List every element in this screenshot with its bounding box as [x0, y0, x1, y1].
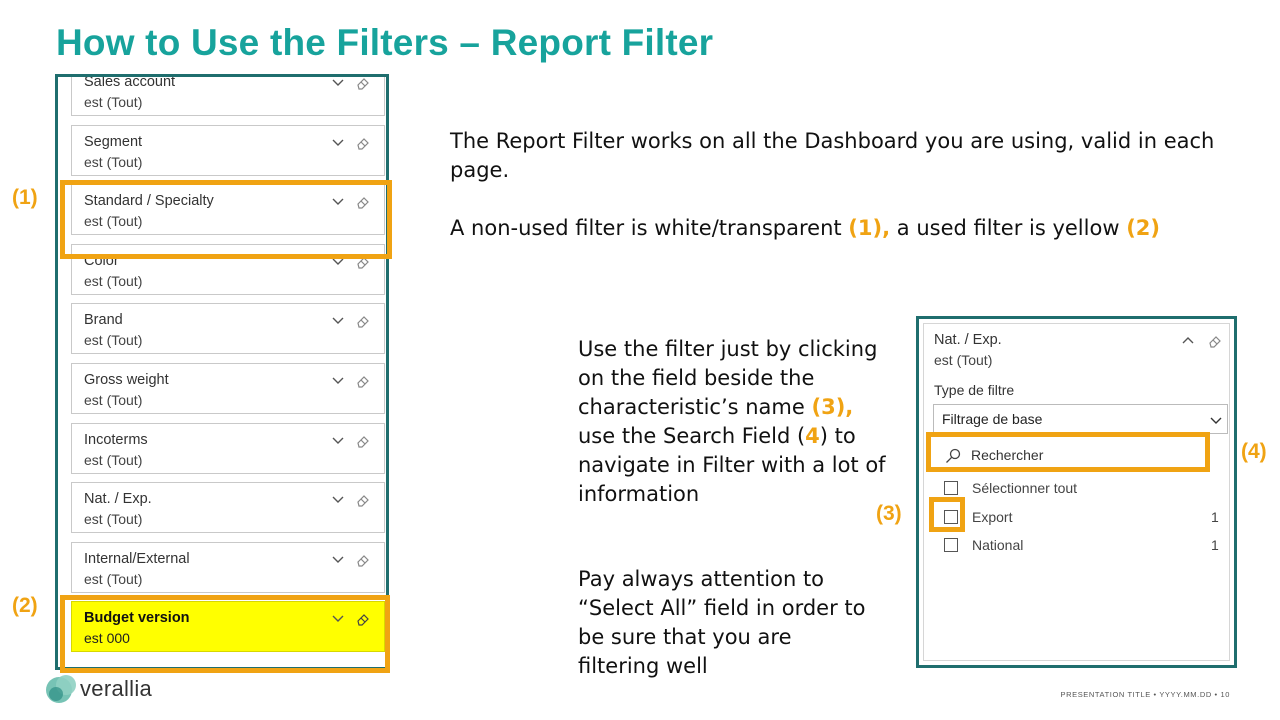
slide-footer: PRESENTATION TITLE • YYYY.MM.DD • 10: [1060, 690, 1230, 699]
select-all-checkbox[interactable]: [944, 481, 958, 495]
paragraph-filter-colors: A non-used filter is white/transparent (…: [450, 214, 1240, 243]
chevron-down-icon[interactable]: [332, 315, 344, 325]
marker-ref-1: (1),: [848, 216, 891, 240]
filter-name: Incoterms: [84, 431, 148, 448]
chevron-down-icon[interactable]: [332, 554, 344, 564]
option-count-export: 1: [1211, 509, 1219, 525]
filter-card[interactable]: Incoterms est (Tout): [71, 422, 385, 474]
filter-type-label: Type de filtre: [934, 382, 1015, 398]
eraser-icon[interactable]: [356, 553, 370, 567]
chevron-down-icon[interactable]: [332, 375, 344, 385]
chevron-down-icon[interactable]: [332, 494, 344, 504]
eraser-icon[interactable]: [1208, 334, 1222, 348]
filter-value: est (Tout): [84, 570, 143, 587]
filter-name: Sales account: [84, 74, 176, 90]
paragraph-text: use the Search Field: [578, 424, 797, 448]
filter-name: Nat. / Exp.: [84, 491, 152, 508]
filter-name: Nat. / Exp.: [934, 332, 1002, 348]
filter-value: est (Tout): [84, 153, 143, 170]
logo-text: verallia: [80, 676, 153, 701]
filter-name: Brand: [84, 312, 123, 329]
paragraph-usage: Use the filter just by clicking on the f…: [578, 335, 896, 509]
filter-card[interactable]: Brand est (Tout): [71, 303, 385, 355]
filter-card[interactable]: Segment est (Tout): [71, 124, 385, 176]
eraser-icon[interactable]: [356, 493, 370, 507]
filter-value: est (Tout): [84, 332, 143, 349]
checkbox-highlight: [929, 497, 965, 532]
marker-3: (3): [876, 502, 902, 525]
filter-card[interactable]: Gross weight est (Tout): [71, 363, 385, 414]
paragraph-text: a used filter is yellow: [890, 216, 1127, 240]
marker-ref-4: 4: [805, 424, 820, 448]
marker-ref-2: (2): [1126, 216, 1160, 240]
filter-value: est (Tout): [84, 272, 143, 289]
chevron-down-icon[interactable]: [332, 435, 344, 445]
paragraph-report-filter: The Report Filter works on all the Dashb…: [450, 129, 1215, 182]
filter-card[interactable]: Sales account est (Tout): [71, 74, 385, 116]
option-checkbox-national[interactable]: [944, 538, 958, 552]
unused-filter-highlight: [60, 180, 392, 259]
select-all-label: Sélectionner tout: [972, 480, 1078, 496]
option-count-national: 1: [1211, 537, 1219, 553]
chevron-down-icon[interactable]: [332, 77, 344, 87]
option-label-export: Export: [972, 509, 1013, 525]
filter-type-value: Filtrage de base: [942, 411, 1043, 427]
paragraph-text: ): [819, 424, 828, 448]
marker-ref-3: (3),: [811, 395, 854, 419]
filter-value: est (Tout): [84, 392, 143, 408]
marker-1: (1): [12, 186, 38, 209]
chevron-down-icon: [1210, 417, 1222, 424]
used-filter-highlight: [60, 595, 390, 673]
chevron-up-icon[interactable]: [1182, 336, 1194, 346]
eraser-icon[interactable]: [356, 136, 370, 150]
expanded-filter-card: Nat. / Exp. est (Tout) Type de filtre Fi…: [916, 316, 1237, 668]
filter-value: est (Tout): [84, 451, 143, 468]
search-field-highlight: [926, 432, 1210, 472]
option-label-national: National: [972, 537, 1024, 553]
marker-2: (2): [12, 594, 38, 617]
filter-name: Segment: [84, 133, 143, 150]
report-filter-pane: Sales account est (Tout) Segment est (Tout)…: [55, 74, 389, 670]
paragraph-text: A non-used filter is white/transparent: [450, 216, 849, 240]
filter-card[interactable]: Nat. / Exp. est (Tout): [71, 482, 385, 534]
filter-type-select[interactable]: Filtrage de base: [933, 404, 1228, 434]
eraser-icon[interactable]: [356, 76, 370, 90]
verallia-logo: verallia: [44, 672, 174, 708]
filter-card[interactable]: Internal/External est (Tout): [71, 541, 385, 593]
eraser-icon[interactable]: [356, 374, 370, 388]
slide-title: How to Use the Filters – Report Filter: [56, 22, 714, 63]
paragraph-select-all: Pay always attention to “Select All” fie…: [578, 567, 866, 678]
marker-4: (4): [1241, 440, 1267, 463]
paragraph-text: (: [796, 424, 806, 448]
filter-value: est (Tout): [84, 94, 143, 110]
filter-name: Gross weight: [84, 372, 169, 388]
verallia-logo-icon: [46, 675, 76, 703]
eraser-icon[interactable]: [356, 314, 370, 328]
chevron-down-icon[interactable]: [332, 137, 344, 147]
filter-value: est (Tout): [84, 511, 143, 528]
filter-name: Internal/External: [84, 550, 190, 567]
filter-value: est (Tout): [934, 352, 993, 368]
eraser-icon[interactable]: [356, 434, 370, 448]
